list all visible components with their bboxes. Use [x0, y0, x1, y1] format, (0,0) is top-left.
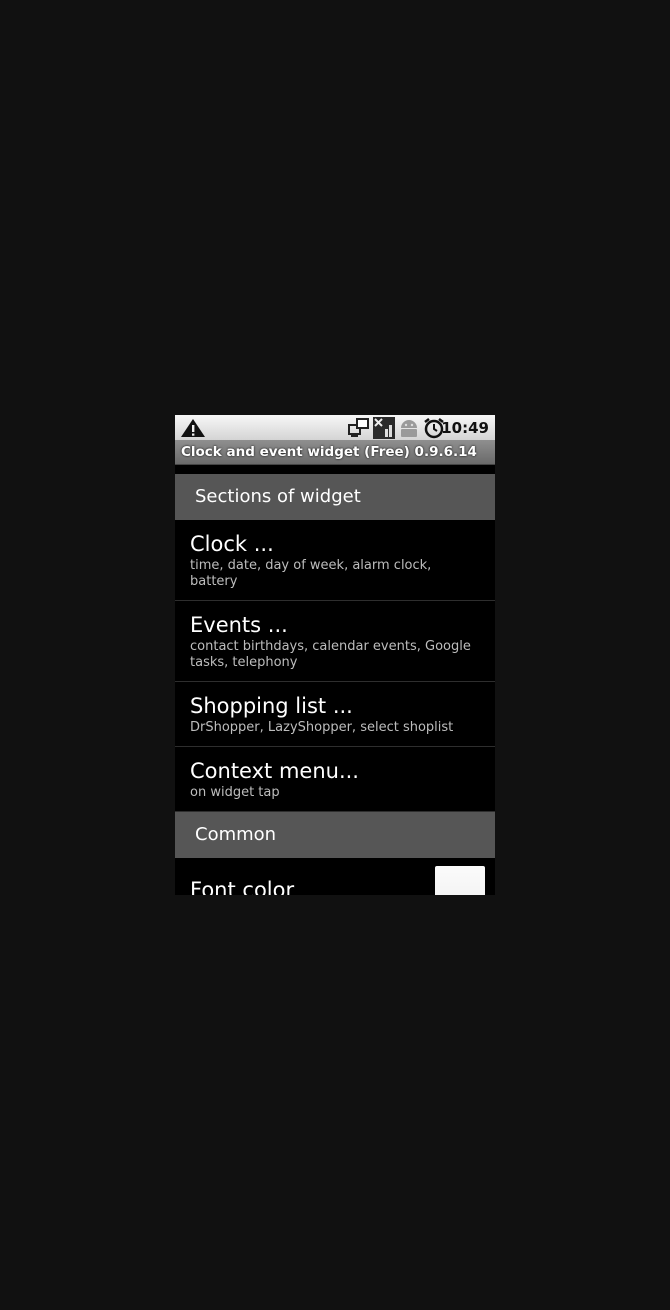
- phone-screen: 10:49 Clock and event widget (Free) 0.9.…: [175, 415, 495, 895]
- color-swatch[interactable]: [435, 866, 485, 895]
- category-header-common: Common: [175, 812, 495, 858]
- pref-summary: contact birthdays, calendar events, Goog…: [190, 639, 471, 670]
- pref-summary: on widget tap: [190, 785, 280, 800]
- signal-icon: [373, 417, 395, 439]
- pref-summary: time, date, day of week, alarm clock, ba…: [190, 558, 432, 589]
- android-icon: [401, 420, 417, 437]
- pref-title: Shopping list ...: [190, 694, 353, 718]
- title-bar: Clock and event widget (Free) 0.9.6.14: [175, 440, 495, 465]
- sync-icon: [348, 418, 369, 437]
- status-clock: 10:49: [441, 419, 489, 437]
- warning-icon: [181, 419, 205, 437]
- pref-title: Events ...: [190, 613, 288, 637]
- app-title: Clock and event widget (Free) 0.9.6.14: [181, 444, 477, 460]
- pref-title: Font color: [190, 878, 295, 895]
- pref-item-events[interactable]: Events ... contact birthdays, calendar e…: [175, 601, 495, 682]
- pref-item-context-menu[interactable]: Context menu... on widget tap: [175, 747, 495, 812]
- status-bar: 10:49: [175, 415, 495, 440]
- pref-title: Clock ...: [190, 532, 274, 556]
- pref-title: Context menu...: [190, 759, 359, 783]
- pref-item-font-color[interactable]: Font color: [175, 858, 495, 895]
- pref-item-clock[interactable]: Clock ... time, date, day of week, alarm…: [175, 520, 495, 601]
- category-header-sections: Sections of widget: [175, 474, 495, 520]
- pref-item-shopping-list[interactable]: Shopping list ... DrShopper, LazyShopper…: [175, 682, 495, 747]
- pref-summary: DrShopper, LazyShopper, select shoplist: [190, 720, 454, 735]
